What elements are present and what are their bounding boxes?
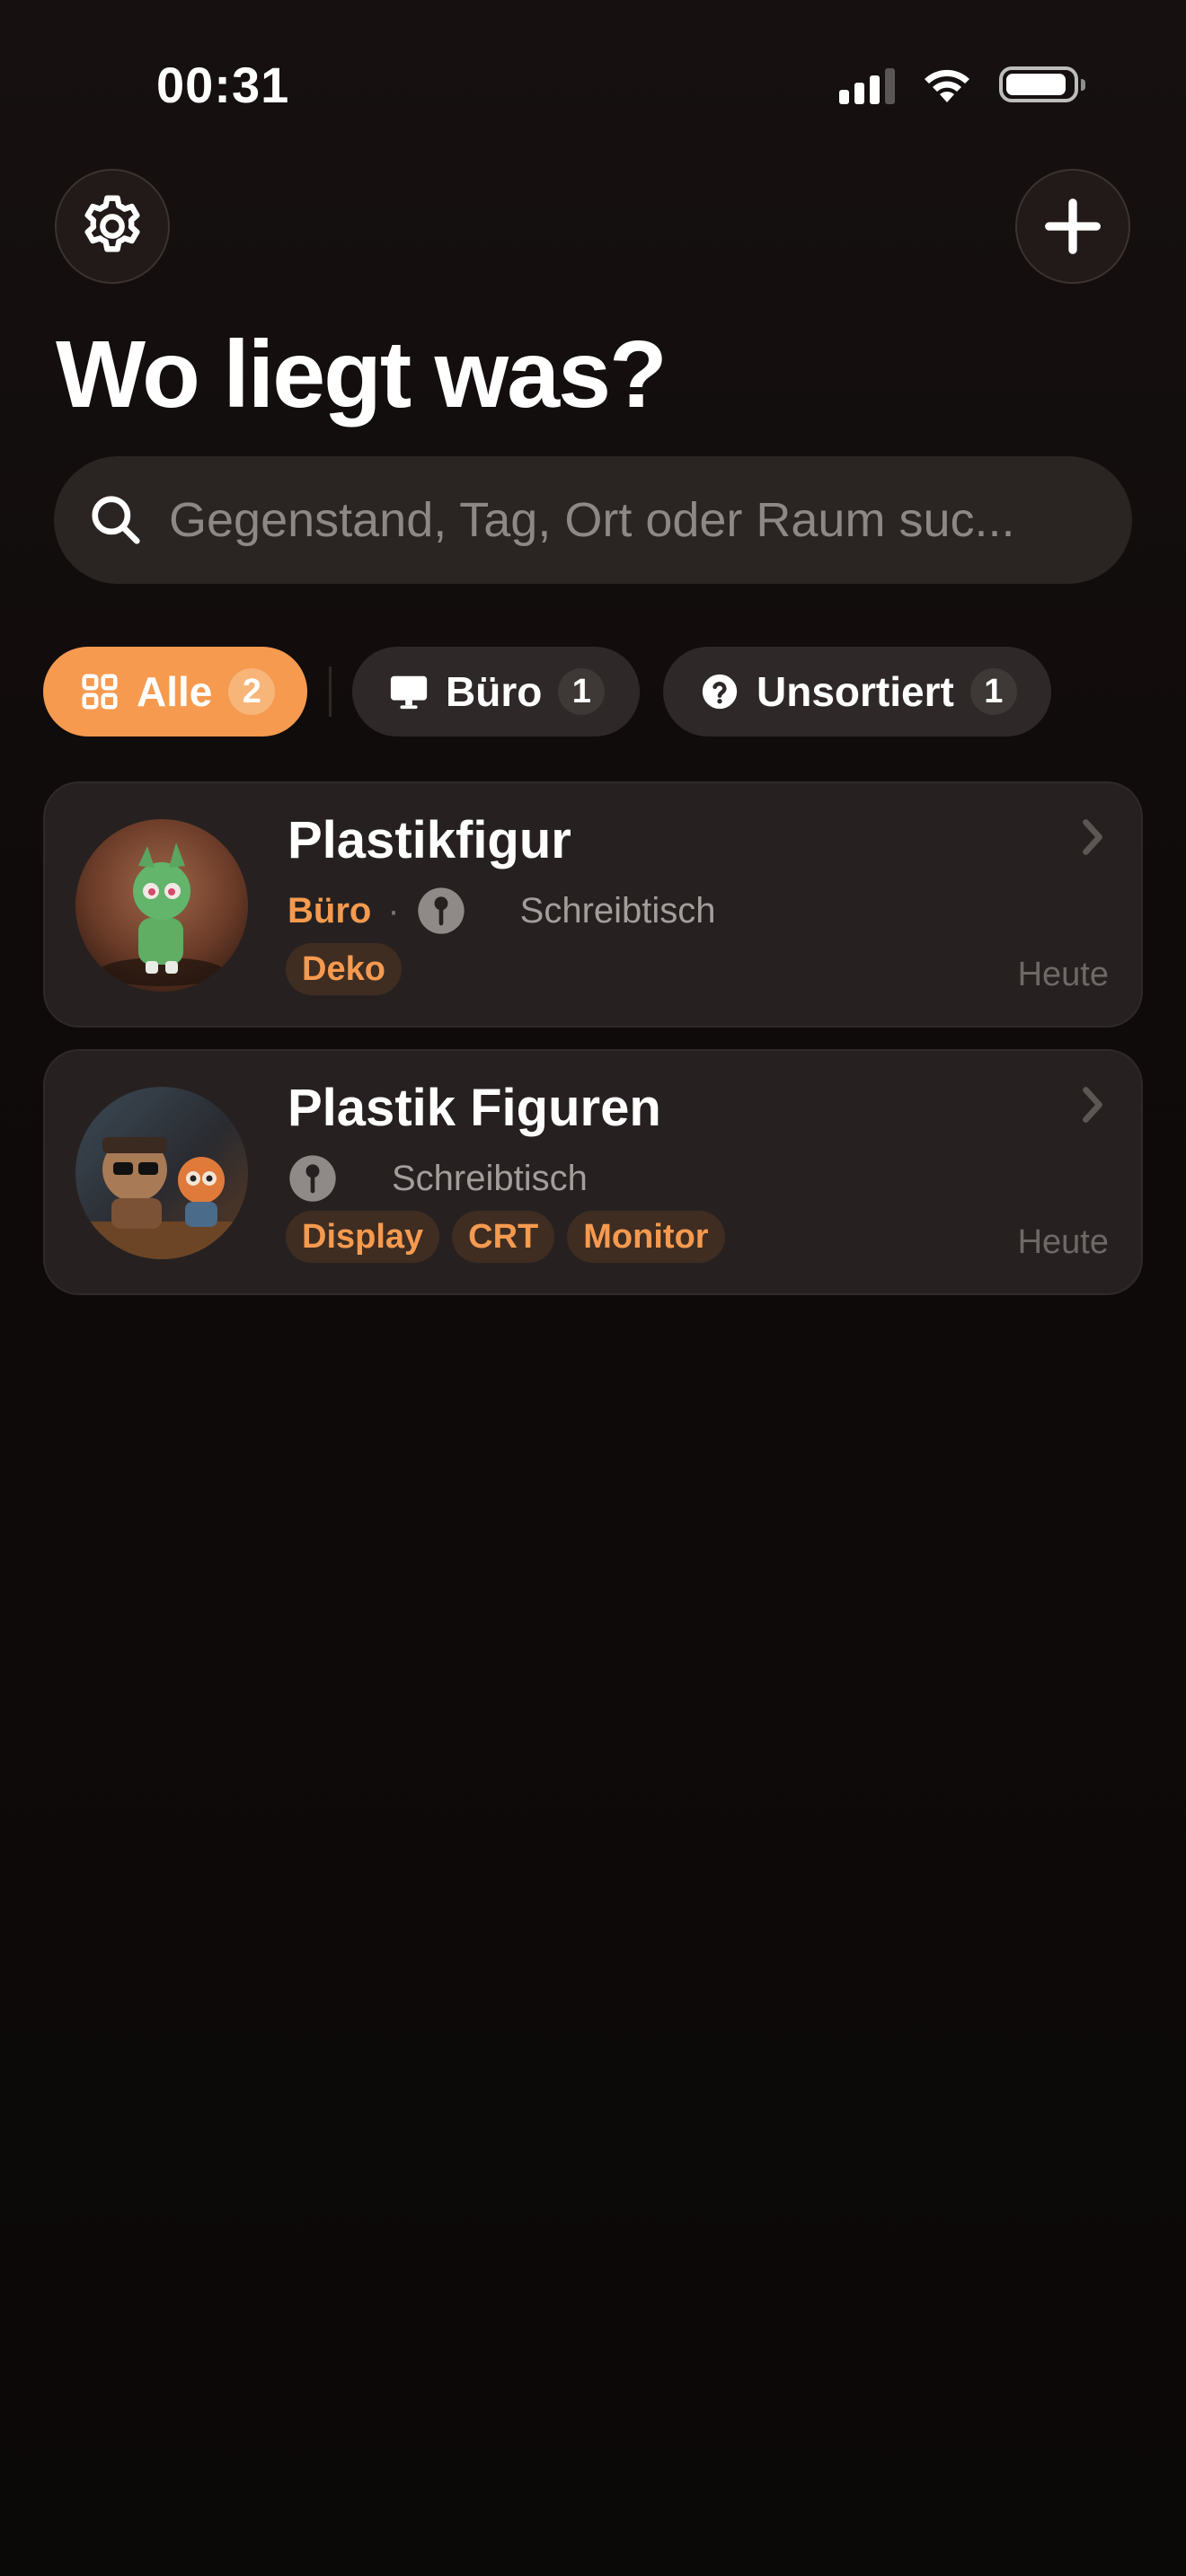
- status-time: 00:31: [156, 57, 290, 113]
- search-bar[interactable]: [54, 456, 1132, 584]
- item-date: Heute: [1017, 1223, 1109, 1261]
- filter-chip-alle[interactable]: Alle 2: [43, 647, 307, 737]
- item-title: Plastik Figuren: [288, 1079, 661, 1137]
- grid-icon: [82, 674, 118, 710]
- item-card[interactable]: Plastik Figuren Schreibtisch Display CRT…: [43, 1049, 1143, 1295]
- question-circle-icon: [702, 674, 738, 710]
- plus-icon: [1045, 198, 1101, 254]
- meta-separator: ·: [387, 890, 400, 931]
- wifi-icon: [925, 69, 969, 102]
- item-title: Plastikfigur: [288, 811, 571, 869]
- status-icons: [839, 65, 1085, 104]
- pin-icon: [289, 1155, 336, 1202]
- item-tags: Display CRT Monitor: [286, 1211, 725, 1263]
- filter-chip-count: 2: [228, 668, 276, 715]
- item-tag: Monitor: [567, 1211, 725, 1263]
- search-input[interactable]: [169, 456, 1132, 584]
- chevron-right-icon: [1083, 819, 1102, 855]
- item-thumbnail: [75, 819, 248, 992]
- item-card[interactable]: Plastikfigur Büro · Schreibtisch Deko He…: [43, 781, 1143, 1028]
- filter-chip-count: 1: [969, 668, 1017, 715]
- search-icon: [92, 496, 140, 544]
- item-tag: Display: [286, 1211, 440, 1263]
- monitor-icon: [390, 675, 428, 710]
- filter-chip-unsortiert[interactable]: Unsortiert 1: [663, 647, 1051, 737]
- filter-chip-count: 1: [558, 668, 606, 715]
- chips-divider: [329, 666, 332, 717]
- filter-chip-label: Alle: [137, 668, 213, 715]
- gear-icon: [84, 195, 140, 252]
- add-item-button[interactable]: [1015, 169, 1130, 284]
- item-room: Büro: [288, 890, 372, 931]
- filter-chip-label: Unsortiert: [757, 668, 954, 715]
- item-tag: Deko: [286, 943, 402, 995]
- item-place: Schreibtisch: [392, 1158, 588, 1198]
- filter-chip-label: Büro: [446, 668, 543, 715]
- item-date: Heute: [1017, 956, 1109, 993]
- chevron-right-icon: [1083, 1087, 1102, 1123]
- item-location: Schreibtisch: [288, 1151, 588, 1205]
- item-tags: Deko: [286, 943, 402, 995]
- pin-icon: [417, 887, 465, 934]
- status-bar: 00:31: [0, 0, 1186, 171]
- settings-button[interactable]: [55, 169, 170, 284]
- item-thumbnail: [75, 1087, 248, 1259]
- page-title: Wo liegt was?: [56, 322, 668, 428]
- item-tag: CRT: [452, 1211, 555, 1263]
- item-place: Schreibtisch: [519, 890, 716, 931]
- filter-chips: Alle 2 Büro 1 Unsortiert 1: [43, 647, 1175, 737]
- battery-icon: [999, 66, 1085, 102]
- item-location: Büro · Schreibtisch: [288, 884, 716, 938]
- filter-chip-buero[interactable]: Büro 1: [352, 647, 640, 737]
- cellular-signal-icon: [839, 65, 895, 104]
